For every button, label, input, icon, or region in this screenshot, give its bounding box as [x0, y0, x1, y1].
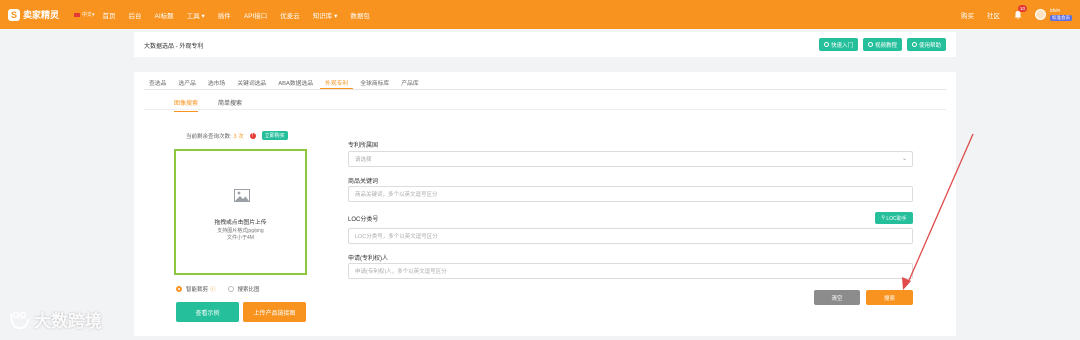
buy-link[interactable]: 购买 — [961, 10, 974, 20]
watermark-logo-icon — [9, 311, 30, 329]
language-switcher[interactable]: 中文 ▾ — [74, 11, 95, 18]
nav-item-api[interactable]: API接口 — [244, 10, 267, 20]
language-label: 中文 — [82, 12, 93, 18]
tab-bar: 查选品 选产品 选市场 关键词选品 ABA数据选品 外观专利 全球商标库 产品库 — [144, 72, 946, 90]
nav-item-knowledge[interactable]: 知识库 ▾ — [313, 10, 338, 20]
username: idvin — [1050, 8, 1061, 14]
quick-start-button[interactable]: 快速入门 — [818, 38, 858, 51]
circle-icon — [823, 42, 829, 47]
help-buttons: 快速入门 视频教程 使用帮助 — [814, 38, 946, 51]
compare-search-radio[interactable] — [227, 286, 234, 292]
chevron-down-icon: ▾ — [92, 11, 95, 18]
watermark-text: 大数跨境 — [34, 312, 102, 331]
top-right-area: 购买 社区 10 idvin 标准会员 — [961, 0, 1072, 29]
logo-icon: S — [8, 8, 20, 21]
divider — [144, 109, 946, 110]
tab-aba-selection[interactable]: ABA数据选品 — [273, 72, 318, 89]
chevron-down-icon: ⌄ — [901, 156, 907, 162]
smart-crop-label[interactable]: 智能裁剪 — [186, 285, 208, 293]
nav-item-backend[interactable]: 后台 — [129, 10, 142, 20]
keyword-placeholder: 商品关键词，多个以英文逗号区分 — [355, 192, 438, 198]
watermark: 大数跨境 — [8, 307, 102, 332]
logo[interactable]: S 卖家精灵 — [8, 8, 68, 21]
top-navigation-bar: S 卖家精灵 中文 ▾ 首页 后台 AI标题 工具 ▾ 插件 API接口 优麦云… — [0, 0, 1080, 29]
help-icon — [911, 42, 917, 47]
keyword-label: 商品关键词 — [348, 179, 379, 185]
loc-label: LOC分类号 — [348, 217, 379, 223]
image-icon — [234, 189, 250, 202]
crop-options: 智能裁剪 ⓘ 搜索比图 — [176, 285, 260, 293]
membership-badge: 标准会员 — [1050, 15, 1072, 21]
country-placeholder: 请选择 — [355, 157, 372, 163]
upload-size-hint: 文件小于4M — [227, 235, 254, 241]
upload-instruction: 拖拽或点击图片上传 — [214, 220, 267, 226]
search-button[interactable]: 搜索 — [866, 290, 913, 305]
clear-button[interactable]: 清空 — [814, 290, 860, 305]
smart-crop-radio[interactable] — [176, 286, 182, 292]
query-quota: 当前剩余查询次数: 3 次 ! 立即购买 — [186, 131, 288, 140]
nav-item-tools[interactable]: 工具 ▾ — [187, 10, 205, 20]
country-label: 专利所属国 — [348, 143, 379, 149]
page-header: 大数据选品 - 外观专利 快速入门 视频教程 使用帮助 — [134, 32, 956, 57]
tab-design-patent[interactable]: 外观专利 — [320, 72, 354, 89]
buy-now-button[interactable]: 立即购买 — [261, 131, 288, 140]
notification-bell[interactable]: 10 — [1013, 4, 1028, 20]
tab-market-selection[interactable]: 选市场 — [203, 72, 230, 89]
help-icon[interactable]: ⓘ — [210, 285, 216, 293]
chevron-down-icon: ▾ — [201, 12, 205, 20]
play-icon — [867, 42, 873, 47]
nav-item-home[interactable]: 首页 — [103, 10, 116, 20]
notification-count-badge: 10 — [1018, 4, 1028, 12]
main-panel: 查选品 选产品 选市场 关键词选品 ABA数据选品 外观专利 全球商标库 产品库… — [134, 72, 956, 336]
applicant-placeholder: 申请(专利权)人，多个以英文逗号区分 — [355, 269, 447, 275]
user-info[interactable]: idvin 标准会员 — [1050, 8, 1072, 21]
usage-help-button[interactable]: 使用帮助 — [906, 38, 946, 51]
tab-keyword-selection[interactable]: 关键词选品 — [232, 72, 271, 89]
chevron-down-icon: ▾ — [334, 12, 338, 20]
view-example-button[interactable]: 查看示例 — [176, 302, 239, 322]
warning-icon: ! — [249, 132, 256, 139]
tab-product-selection[interactable]: 选产品 — [173, 72, 200, 89]
tab-product-lookup[interactable]: 查选品 — [144, 72, 171, 89]
loc-placeholder: LOC分类号，多个以英文逗号区分 — [355, 234, 438, 240]
nav-item-data-package[interactable]: 数据包 — [350, 10, 370, 20]
loc-input[interactable]: LOC分类号，多个以英文逗号区分 — [348, 228, 913, 244]
upload-format-hint: 支持图片格式jpg/png — [217, 228, 264, 234]
tab-product-library[interactable]: 产品库 — [396, 72, 423, 89]
country-select[interactable]: 请选择 ⌄ — [348, 151, 913, 167]
quota-count: 3 次 — [233, 133, 244, 140]
applicant-input[interactable]: 申请(专利权)人，多个以英文逗号区分 — [348, 263, 913, 279]
loc-assistant-button[interactable]: ⚲ LOC助手 — [875, 212, 913, 224]
breadcrumb: 大数据选品 - 外观专利 — [144, 44, 204, 50]
nav-item-youmaiyun[interactable]: 优麦云 — [280, 10, 300, 20]
nav-item-ai-title[interactable]: AI标题 — [155, 10, 174, 20]
china-flag-icon — [74, 12, 80, 17]
compare-search-label[interactable]: 搜索比图 — [238, 285, 260, 293]
pin-icon: ⚲ — [881, 215, 885, 221]
avatar[interactable] — [1035, 9, 1046, 20]
logo-text: 卖家精灵 — [23, 10, 60, 20]
applicant-label: 申请(专利权)人 — [348, 256, 388, 262]
tab-global-trademark[interactable]: 全球商标库 — [355, 72, 394, 89]
quota-label: 当前剩余查询次数: — [186, 133, 232, 140]
main-nav: 首页 后台 AI标题 工具 ▾ 插件 API接口 优麦云 知识库 ▾ 数据包 — [103, 10, 383, 20]
nav-item-plugin[interactable]: 插件 — [218, 10, 231, 20]
community-link[interactable]: 社区 — [987, 10, 1000, 20]
keyword-input[interactable]: 商品关键词，多个以英文逗号区分 — [348, 186, 913, 202]
image-upload-dropzone[interactable]: 拖拽或点击图片上传 支持图片格式jpg/png 文件小于4M — [174, 149, 307, 275]
video-tutorial-button[interactable]: 视频教程 — [862, 38, 902, 51]
upload-product-link-button[interactable]: 上传产品链接图 — [243, 302, 306, 322]
